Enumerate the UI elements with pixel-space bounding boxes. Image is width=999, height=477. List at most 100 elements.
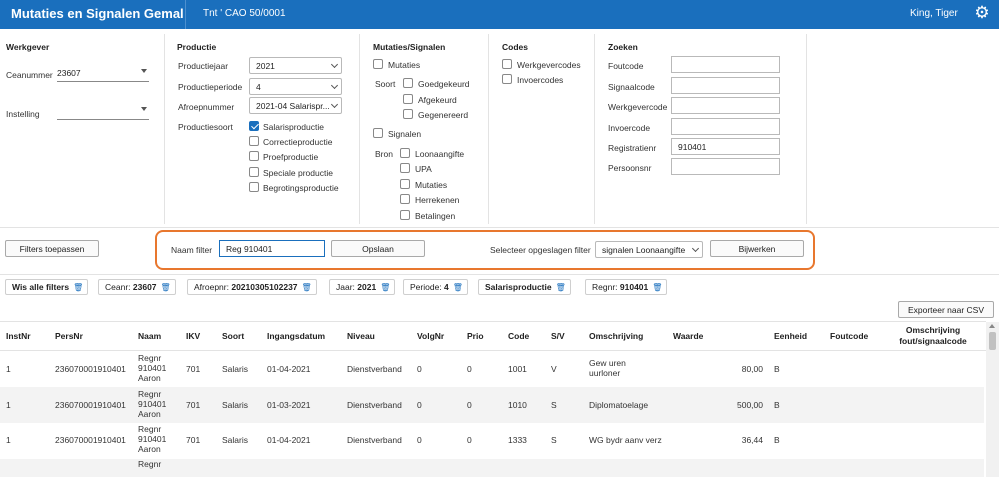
opgeslagen-filter-select[interactable]: signalen Loonaangifte bbox=[595, 241, 703, 258]
werkgevercode-label: Werkgevercode bbox=[608, 102, 668, 112]
afgekeurd-label: Afgekeurd bbox=[418, 95, 457, 105]
cell-ikv: 701 bbox=[186, 435, 201, 445]
column-header[interactable]: IKV bbox=[186, 331, 200, 341]
foutcode-input[interactable] bbox=[671, 56, 780, 73]
ceanummer-label: Ceanummer bbox=[6, 70, 53, 80]
productiejaar-value: 2021 bbox=[256, 61, 275, 71]
signalen-checkbox[interactable] bbox=[373, 128, 383, 138]
caret-down-icon bbox=[141, 69, 147, 73]
loonaangifte-checkbox[interactable] bbox=[400, 148, 410, 158]
mutaties-checkbox[interactable] bbox=[373, 59, 383, 69]
bron-mutaties-label: Mutaties bbox=[415, 180, 448, 190]
column-header[interactable]: Eenheid bbox=[774, 331, 807, 341]
proefproductie-checkbox[interactable] bbox=[249, 151, 259, 161]
scrollbar-thumb[interactable] bbox=[989, 332, 996, 350]
filter-chip[interactable]: Afroepnr: 20210305102237 🗑 bbox=[187, 279, 317, 295]
column-header[interactable]: PersNr bbox=[55, 331, 83, 341]
upa-checkbox[interactable] bbox=[400, 163, 410, 173]
filter-chip[interactable]: Salarisproductie 🗑 bbox=[478, 279, 571, 295]
cell-naam: Regnr 910401 Aaron bbox=[138, 353, 167, 383]
registratienr-input[interactable]: 910401 bbox=[671, 138, 780, 155]
filters-toepassen-button[interactable]: Filters toepassen bbox=[5, 240, 99, 257]
trash-icon[interactable]: 🗑 bbox=[652, 283, 662, 292]
gegenereerd-checkbox[interactable] bbox=[403, 109, 413, 119]
begrotingsproductie-checkbox[interactable] bbox=[249, 182, 259, 192]
betalingen-checkbox[interactable] bbox=[400, 210, 410, 220]
productieperiode-select[interactable]: 4 bbox=[249, 78, 342, 95]
persoonsnr-label: Persoonsnr bbox=[608, 163, 652, 173]
chevron-down-icon bbox=[691, 244, 700, 253]
goedgekeurd-checkbox[interactable] bbox=[403, 78, 413, 88]
productiejaar-select[interactable]: 2021 bbox=[249, 57, 342, 74]
afroepnummer-label: Afroepnummer bbox=[178, 102, 235, 112]
trash-icon[interactable]: 🗑 bbox=[302, 283, 312, 292]
column-header[interactable]: Ingangsdatum bbox=[267, 331, 325, 341]
chip-key: Regnr: bbox=[592, 282, 618, 292]
column-header[interactable]: Niveau bbox=[347, 331, 375, 341]
cell-waarde: 36,44 bbox=[741, 435, 763, 445]
table-row[interactable]: Regnr bbox=[0, 459, 984, 477]
naam-filter-input[interactable]: Reg 910401 bbox=[219, 240, 325, 257]
chevron-down-icon bbox=[330, 100, 339, 109]
cell-volgnr: 0 bbox=[417, 435, 422, 445]
exporteer-csv-button[interactable]: Exporteer naar CSV bbox=[898, 301, 994, 318]
cell-niveau: Dienstverband bbox=[347, 435, 402, 445]
afgekeurd-checkbox[interactable] bbox=[403, 94, 413, 104]
gear-icon[interactable]: ⚙ bbox=[973, 4, 991, 22]
speciale-productie-label: Speciale productie bbox=[263, 168, 333, 178]
correctieproductie-checkbox[interactable] bbox=[249, 136, 259, 146]
opslaan-button[interactable]: Opslaan bbox=[331, 240, 425, 257]
scroll-up-arrow-icon[interactable] bbox=[989, 324, 995, 328]
bijwerken-button[interactable]: Bijwerken bbox=[710, 240, 804, 257]
cell-eenheid: B bbox=[774, 435, 780, 445]
trash-icon[interactable]: 🗑 bbox=[453, 283, 463, 292]
filter-chip[interactable]: Regnr: 910401 🗑 bbox=[585, 279, 668, 295]
table-top-border bbox=[0, 321, 986, 322]
herrekenen-label: Herrekenen bbox=[415, 195, 460, 205]
column-divider bbox=[164, 34, 165, 224]
signaalcode-input[interactable] bbox=[671, 77, 780, 94]
chip-value: Salarisproductie bbox=[485, 282, 552, 292]
persoonsnr-input[interactable] bbox=[671, 158, 780, 175]
afroepnummer-select[interactable]: 2021-04 Salarispr... bbox=[249, 97, 342, 114]
filter-chip[interactable]: Periode: 4 🗑 bbox=[403, 279, 468, 295]
invoercodes-checkbox[interactable] bbox=[502, 74, 512, 84]
column-header[interactable]: Naam bbox=[138, 331, 161, 341]
trash-icon[interactable]: 🗑 bbox=[161, 283, 171, 292]
bron-mutaties-checkbox[interactable] bbox=[400, 179, 410, 189]
herrekenen-checkbox[interactable] bbox=[400, 194, 410, 204]
table-row[interactable]: 1 236070001910401 Regnr 910401 Aaron 701… bbox=[0, 387, 984, 423]
invoercode-input[interactable] bbox=[671, 118, 780, 135]
column-header[interactable]: Waarde bbox=[673, 331, 703, 341]
trash-icon[interactable]: 🗑 bbox=[556, 283, 566, 292]
salarisproductie-checkbox[interactable] bbox=[249, 121, 259, 131]
table-row[interactable]: 1 236070001910401 Regnr 910401 Aaron 701… bbox=[0, 351, 984, 387]
trash-icon[interactable]: 🗑 bbox=[380, 283, 390, 292]
filter-chip[interactable]: Ceanr: 23607 🗑 bbox=[98, 279, 176, 295]
column-header[interactable]: InstNr bbox=[6, 331, 31, 341]
column-header[interactable]: Prio bbox=[467, 331, 484, 341]
ceanummer-dropdown[interactable]: 23607 bbox=[57, 64, 149, 82]
user-name[interactable]: King, Tiger bbox=[910, 8, 958, 19]
chips-divider bbox=[0, 274, 999, 275]
wis-alle-filters-chip[interactable]: Wis alle filters 🗑 bbox=[5, 279, 89, 295]
column-header[interactable]: Omschrijving bbox=[589, 331, 643, 341]
column-header[interactable]: Code bbox=[508, 331, 529, 341]
werkgevercode-input[interactable] bbox=[671, 97, 780, 114]
column-header[interactable]: VolgNr bbox=[417, 331, 444, 341]
chip-key: Periode: bbox=[410, 282, 442, 292]
chip-value: 910401 bbox=[619, 282, 649, 292]
chip-key: Jaar: bbox=[336, 282, 355, 292]
instelling-dropdown[interactable] bbox=[57, 102, 149, 120]
werkgevercodes-checkbox[interactable] bbox=[502, 59, 512, 69]
column-header[interactable]: S/V bbox=[551, 331, 565, 341]
productieperiode-label: Productieperiode bbox=[178, 82, 243, 92]
speciale-productie-checkbox[interactable] bbox=[249, 167, 259, 177]
column-header[interactable]: Soort bbox=[222, 331, 244, 341]
trash-icon[interactable]: 🗑 bbox=[73, 283, 83, 292]
filter-chip[interactable]: Jaar: 2021 🗑 bbox=[329, 279, 396, 295]
table-row[interactable]: 1 236070001910401 Regnr 910401 Aaron 701… bbox=[0, 423, 984, 459]
cell-soort: Salaris bbox=[222, 435, 248, 445]
column-header[interactable]: Omschrijving fout/signaalcode bbox=[886, 325, 980, 347]
column-header[interactable]: Foutcode bbox=[830, 331, 868, 341]
